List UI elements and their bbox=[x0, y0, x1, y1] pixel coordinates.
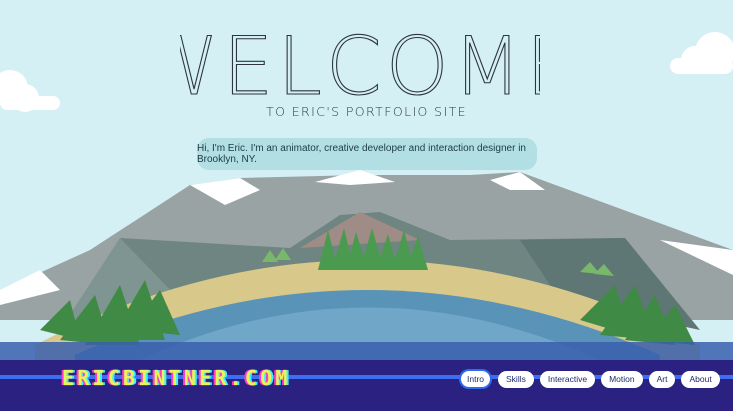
intro-text: Hi, I'm Eric. I'm an animator, creative … bbox=[197, 143, 526, 165]
nav-intro-button[interactable]: Intro bbox=[459, 369, 493, 389]
main-nav: Intro Skills Interactive Motion Art Abou… bbox=[459, 369, 720, 389]
welcome-title: WELCOME bbox=[180, 24, 540, 104]
nav-motion-button[interactable]: Motion bbox=[601, 370, 643, 388]
nav-interactive-button[interactable]: Interactive bbox=[539, 370, 596, 388]
nav-about-button[interactable]: About bbox=[681, 370, 720, 388]
page-subtitle: TO ERIC'S PORTFOLIO SITE bbox=[266, 104, 467, 119]
nav-art-button[interactable]: Art bbox=[648, 370, 676, 388]
intro-bubble: Hi, I'm Eric. I'm an animator, creative … bbox=[197, 138, 537, 170]
cloud-right bbox=[670, 32, 733, 74]
svg-text:WELCOME: WELCOME bbox=[180, 24, 540, 104]
site-logo[interactable]: ERICBINTNER.COM bbox=[62, 366, 291, 390]
nav-skills-button[interactable]: Skills bbox=[498, 370, 534, 388]
